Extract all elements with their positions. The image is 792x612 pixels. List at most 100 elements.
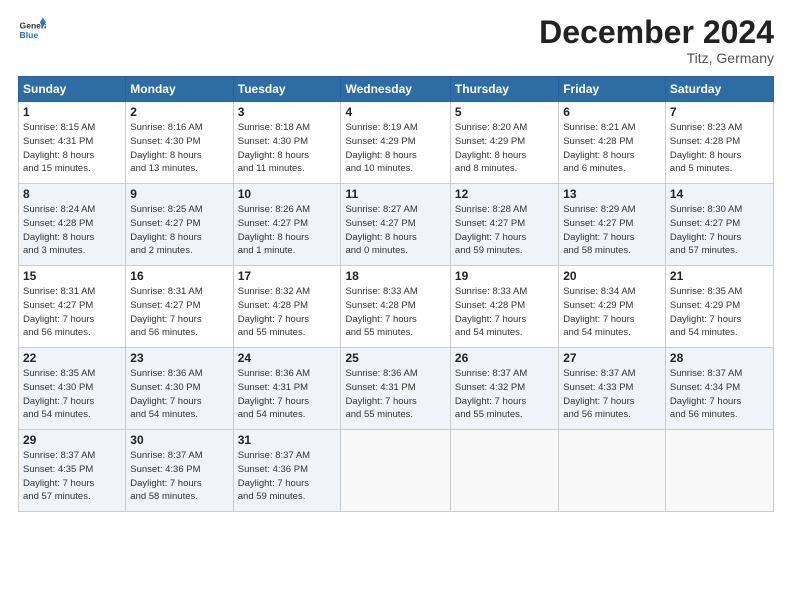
calendar-header-row: Sunday Monday Tuesday Wednesday Thursday… [19, 77, 774, 102]
col-tuesday: Tuesday [233, 77, 341, 102]
day-info: Sunrise: 8:31 AMSunset: 4:27 PMDaylight:… [130, 285, 228, 340]
table-row: 17Sunrise: 8:32 AMSunset: 4:28 PMDayligh… [233, 266, 341, 348]
calendar-week-row: 15 Sunrise: 8:31 AMSunset: 4:27 PMDayligh… [19, 266, 774, 348]
table-row [450, 430, 558, 512]
table-row: 1 Sunrise: 8:15 AMSunset: 4:31 PMDaylight… [19, 102, 126, 184]
day-info: Sunrise: 8:19 AMSunset: 4:29 PMDaylight:… [345, 121, 445, 176]
day-number: 23 [130, 351, 228, 365]
table-row: 25 Sunrise: 8:36 AMSunset: 4:31 PMDayligh… [341, 348, 450, 430]
table-row: 5Sunrise: 8:20 AMSunset: 4:29 PMDaylight… [450, 102, 558, 184]
day-number: 24 [238, 351, 337, 365]
day-info: Sunrise: 8:36 AMSunset: 4:31 PMDaylight:… [345, 367, 445, 422]
day-info: Sunrise: 8:33 AMSunset: 4:28 PMDaylight:… [455, 285, 554, 340]
day-number: 17 [238, 269, 337, 283]
table-row: 28 Sunrise: 8:37 AMSunset: 4:34 PMDayligh… [665, 348, 773, 430]
day-info: Sunrise: 8:33 AMSunset: 4:28 PMDaylight:… [345, 285, 445, 340]
col-friday: Friday [559, 77, 666, 102]
table-row: 21 Sunrise: 8:35 AMSunset: 4:29 PMDayligh… [665, 266, 773, 348]
table-row: 3 Sunrise: 8:18 AMSunset: 4:30 PMDaylight… [233, 102, 341, 184]
day-info: Sunrise: 8:30 AMSunset: 4:27 PMDaylight:… [670, 203, 769, 258]
table-row: 9 Sunrise: 8:25 AMSunset: 4:27 PMDaylight… [126, 184, 233, 266]
page-header: General Blue December 2024 Titz, Germany [18, 16, 774, 66]
day-info: Sunrise: 8:23 AMSunset: 4:28 PMDaylight:… [670, 121, 769, 176]
day-info: Sunrise: 8:37 AMSunset: 4:34 PMDaylight:… [670, 367, 769, 422]
day-number: 12 [455, 187, 554, 201]
day-number: 20 [563, 269, 661, 283]
day-number: 9 [130, 187, 228, 201]
col-monday: Monday [126, 77, 233, 102]
day-info: Sunrise: 8:20 AMSunset: 4:29 PMDaylight:… [455, 121, 554, 176]
logo-icon: General Blue [18, 16, 46, 44]
table-row: 30Sunrise: 8:37 AMSunset: 4:36 PMDayligh… [126, 430, 233, 512]
calendar-week-row: 8Sunrise: 8:24 AMSunset: 4:28 PMDaylight… [19, 184, 774, 266]
day-number: 18 [345, 269, 445, 283]
table-row: 19Sunrise: 8:33 AMSunset: 4:28 PMDayligh… [450, 266, 558, 348]
calendar-week-row: 1 Sunrise: 8:15 AMSunset: 4:31 PMDaylight… [19, 102, 774, 184]
col-saturday: Saturday [665, 77, 773, 102]
col-thursday: Thursday [450, 77, 558, 102]
day-info: Sunrise: 8:27 AMSunset: 4:27 PMDaylight:… [345, 203, 445, 258]
day-number: 21 [670, 269, 769, 283]
table-row: 7 Sunrise: 8:23 AMSunset: 4:28 PMDaylight… [665, 102, 773, 184]
day-info: Sunrise: 8:16 AMSunset: 4:30 PMDaylight:… [130, 121, 228, 176]
day-info: Sunrise: 8:25 AMSunset: 4:27 PMDaylight:… [130, 203, 228, 258]
day-number: 13 [563, 187, 661, 201]
table-row [341, 430, 450, 512]
day-info: Sunrise: 8:31 AMSunset: 4:27 PMDaylight:… [23, 285, 121, 340]
calendar-week-row: 29 Sunrise: 8:37 AMSunset: 4:35 PMDayligh… [19, 430, 774, 512]
day-info: Sunrise: 8:21 AMSunset: 4:28 PMDaylight:… [563, 121, 661, 176]
day-info: Sunrise: 8:37 AMSunset: 4:35 PMDaylight:… [23, 449, 121, 504]
day-number: 3 [238, 105, 337, 119]
col-sunday: Sunday [19, 77, 126, 102]
table-row: 13 Sunrise: 8:29 AMSunset: 4:27 PMDayligh… [559, 184, 666, 266]
table-row: 31 Sunrise: 8:37 AMSunset: 4:36 PMDayligh… [233, 430, 341, 512]
day-number: 25 [345, 351, 445, 365]
day-number: 31 [238, 433, 337, 447]
day-number: 15 [23, 269, 121, 283]
table-row: 20 Sunrise: 8:34 AMSunset: 4:29 PMDayligh… [559, 266, 666, 348]
day-number: 14 [670, 187, 769, 201]
logo: General Blue [18, 16, 46, 44]
table-row: 22 Sunrise: 8:35 AMSunset: 4:30 PMDayligh… [19, 348, 126, 430]
day-info: Sunrise: 8:15 AMSunset: 4:31 PMDaylight:… [23, 121, 121, 176]
day-number: 6 [563, 105, 661, 119]
day-info: Sunrise: 8:37 AMSunset: 4:33 PMDaylight:… [563, 367, 661, 422]
table-row: 11 Sunrise: 8:27 AMSunset: 4:27 PMDayligh… [341, 184, 450, 266]
day-number: 26 [455, 351, 554, 365]
calendar-table: Sunday Monday Tuesday Wednesday Thursday… [18, 76, 774, 512]
day-number: 28 [670, 351, 769, 365]
day-info: Sunrise: 8:29 AMSunset: 4:27 PMDaylight:… [563, 203, 661, 258]
table-row: 12Sunrise: 8:28 AMSunset: 4:27 PMDayligh… [450, 184, 558, 266]
table-row [665, 430, 773, 512]
table-row: 8Sunrise: 8:24 AMSunset: 4:28 PMDaylight… [19, 184, 126, 266]
table-row: 23Sunrise: 8:36 AMSunset: 4:30 PMDayligh… [126, 348, 233, 430]
col-wednesday: Wednesday [341, 77, 450, 102]
day-number: 29 [23, 433, 121, 447]
day-info: Sunrise: 8:26 AMSunset: 4:27 PMDaylight:… [238, 203, 337, 258]
table-row: 14 Sunrise: 8:30 AMSunset: 4:27 PMDayligh… [665, 184, 773, 266]
table-row: 6 Sunrise: 8:21 AMSunset: 4:28 PMDaylight… [559, 102, 666, 184]
day-info: Sunrise: 8:35 AMSunset: 4:30 PMDaylight:… [23, 367, 121, 422]
table-row: 29 Sunrise: 8:37 AMSunset: 4:35 PMDayligh… [19, 430, 126, 512]
day-number: 2 [130, 105, 228, 119]
table-row: 2 Sunrise: 8:16 AMSunset: 4:30 PMDaylight… [126, 102, 233, 184]
day-info: Sunrise: 8:34 AMSunset: 4:29 PMDaylight:… [563, 285, 661, 340]
day-info: Sunrise: 8:35 AMSunset: 4:29 PMDaylight:… [670, 285, 769, 340]
calendar-week-row: 22 Sunrise: 8:35 AMSunset: 4:30 PMDayligh… [19, 348, 774, 430]
day-number: 4 [345, 105, 445, 119]
svg-text:Blue: Blue [20, 30, 39, 40]
day-number: 10 [238, 187, 337, 201]
day-info: Sunrise: 8:37 AMSunset: 4:36 PMDaylight:… [238, 449, 337, 504]
day-info: Sunrise: 8:36 AMSunset: 4:31 PMDaylight:… [238, 367, 337, 422]
location-subtitle: Titz, Germany [539, 50, 774, 66]
title-block: December 2024 Titz, Germany [539, 16, 774, 66]
page-title: December 2024 [539, 16, 774, 48]
day-number: 1 [23, 105, 121, 119]
day-info: Sunrise: 8:18 AMSunset: 4:30 PMDaylight:… [238, 121, 337, 176]
table-row: 4 Sunrise: 8:19 AMSunset: 4:29 PMDaylight… [341, 102, 450, 184]
day-number: 11 [345, 187, 445, 201]
day-number: 8 [23, 187, 121, 201]
day-number: 22 [23, 351, 121, 365]
table-row: 26Sunrise: 8:37 AMSunset: 4:32 PMDayligh… [450, 348, 558, 430]
day-number: 7 [670, 105, 769, 119]
